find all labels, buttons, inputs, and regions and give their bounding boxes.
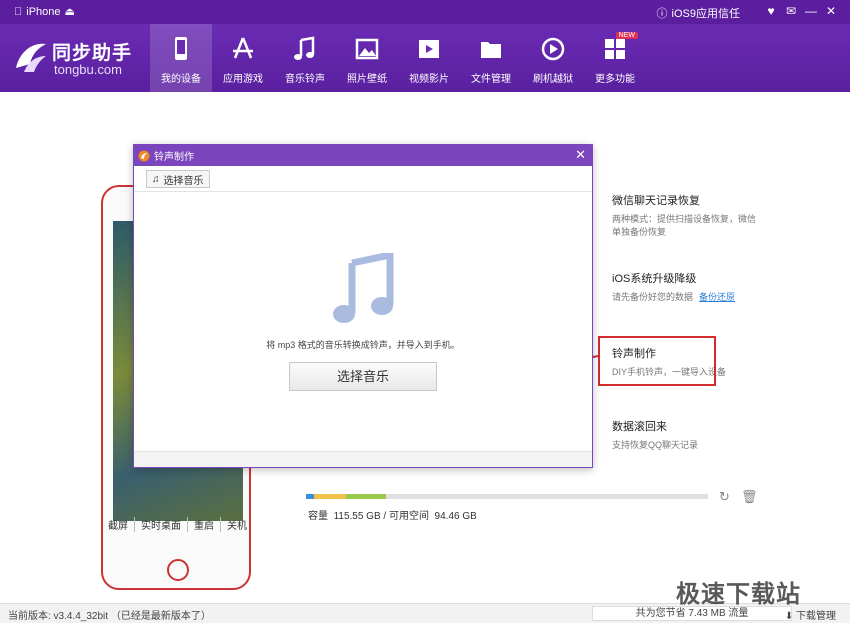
apple-icon:  [14,6,22,18]
flash-icon [541,37,565,61]
trash-icon[interactable]: 🗑 [741,490,758,504]
select-music-small-button[interactable]: ♫ 选择音乐 [146,170,210,188]
home-button-icon [167,559,189,581]
eject-icon: ⏏ [56,6,75,18]
feature-title: iOS系统升级降级 [612,273,697,285]
capacity-bar [306,494,708,499]
brand-domain: tongbu.com [54,62,122,77]
version-text: 当前版本: v3.4.4_32bit （已经是最新版本了） [8,611,211,622]
logo: 同步助手 tongbu.com [12,36,142,82]
nav-label: 应用游戏 [223,74,263,85]
header: 同步助手 tongbu.com 我的设备 应用游戏 音乐铃声 照片壁纸 视频影片… [0,24,850,92]
feature-title: 微信聊天记录恢复 [612,195,700,207]
ringtone-dialog: 铃声制作 ✕ ♫ 选择音乐 将 mp3 格式的音乐转换成铃声，并导入到手机。 选… [133,144,593,468]
nav-more-features[interactable]: NEW 更多功能 [584,24,646,92]
capacity-seg-system [306,494,314,499]
feature-desc: 支持恢复QQ聊天记录 [612,440,699,450]
dialog-footer [134,451,592,467]
nav-file-manager[interactable]: 文件管理 [460,24,522,92]
dialog-titlebar: 铃声制作 ✕ [134,145,592,166]
message-icon[interactable]: ✉ [782,2,800,20]
free-space-label: 可用空间 [388,511,429,522]
nav-apps-games[interactable]: 应用游戏 [212,24,274,92]
capacity-label: 容量 [308,511,328,522]
nav-music-ringtones[interactable]: 音乐铃声 [274,24,336,92]
info-icon: ⓘ [656,8,668,20]
feature-ios-upgrade[interactable]: iOS系统升级降级 请先备份好您的数据 备份还原 [612,270,762,304]
photo-icon [355,38,379,60]
dialog-close-icon[interactable]: ✕ [575,147,586,163]
download-icon: ⬇ [784,611,794,622]
music-note-large-icon [333,253,394,323]
dialog-title: 铃声制作 [154,152,194,163]
ios9-trust-label: iOS9应用信任 [671,8,740,20]
feature-desc: 请先备份好您的数据 备份还原 [612,291,762,304]
device-name: iPhone [18,5,60,18]
select-music-button[interactable]: 选择音乐 [289,362,437,391]
feature-data-rollback[interactable]: 数据滚回来 支持恢复QQ聊天记录 [612,418,762,452]
feature-wechat-recovery[interactable]: 微信聊天记录恢复 两种模式：提供扫描设备恢复，微信单独备份恢复 [612,192,762,239]
brand-name: 同步助手 [52,43,133,64]
new-badge: NEW [615,32,638,39]
capacity-total: 115.55 GB [333,511,381,522]
phone-icon [175,37,187,60]
minimize-icon[interactable]: — [802,2,820,20]
select-music-small-label: 选择音乐 [163,175,204,187]
feature-desc-text: 请先备份好您的数据 [612,292,694,302]
nav-label: 刷机越狱 [533,74,573,85]
capacity-separator: / [383,511,387,522]
feature-title: 数据滚回来 [612,421,667,433]
nav-label: 视频影片 [409,74,449,85]
title-bar:  iPhone ⏏ ⓘ iOS9应用信任 ♥ ✉ — ✕ [0,0,850,24]
app-logo-icon [138,150,150,161]
logo-mark-icon [16,43,46,72]
shirt-skin-icon[interactable]: ♥ [762,2,780,20]
nav-label: 照片壁纸 [347,74,387,85]
capacity-seg-apps [314,494,346,499]
capacity-seg-media [346,494,386,499]
restart-button[interactable]: 重启 [188,517,221,532]
download-manager-button[interactable]: ⬇ 下载管理 [785,607,836,622]
nav-my-device[interactable]: 我的设备 [150,24,212,92]
live-desktop-button[interactable]: 实时桌面 [135,517,188,532]
watermark: 极速下载站 [676,581,801,608]
main-content: 截屏 实时桌面 重启 关机 容量 115.55 GB / 可用空间 94.46 … [0,92,850,603]
nav-photos-wallpapers[interactable]: 照片壁纸 [336,24,398,92]
device-selector[interactable]:  iPhone ⏏ [14,5,75,19]
device-actions: 截屏 实时桌面 重启 关机 [102,517,253,532]
nav-label: 我的设备 [161,74,201,85]
folder-icon [481,42,501,58]
backup-restore-link[interactable]: 备份还原 [699,292,735,302]
nav-label: 更多功能 [595,74,635,85]
nav-label: 音乐铃声 [285,74,325,85]
nav-label: 文件管理 [471,74,511,85]
nav-flash-jailbreak[interactable]: 刷机越狱 [522,24,584,92]
music-note-icon [294,36,315,60]
app-store-icon [233,37,253,59]
screenshot-button[interactable]: 截屏 [102,517,135,532]
ios9-trust-link[interactable]: ⓘ iOS9应用信任 [657,5,740,21]
main-nav: 我的设备 应用游戏 音乐铃声 照片壁纸 视频影片 文件管理 刷机越狱 NEW 更… [150,24,646,92]
dialog-toolbar: ♫ 选择音乐 [134,170,592,192]
close-icon[interactable]: ✕ [822,2,840,20]
nav-videos[interactable]: 视频影片 [398,24,460,92]
dialog-hint: 将 mp3 格式的音乐转换成铃声，并导入到手机。 [266,340,460,350]
grid-icon [605,39,625,59]
film-icon [419,40,439,58]
feature-desc: 两种模式：提供扫描设备恢复，微信单独备份恢复 [612,214,757,237]
free-space-value: 94.46 GB [434,511,477,522]
capacity-text: 容量 115.55 GB / 可用空间 94.46 GB [308,507,477,522]
music-note-small-icon: ♫ [152,173,160,185]
shutdown-button[interactable]: 关机 [221,517,253,532]
highlight-box [598,336,716,386]
download-manager-label: 下载管理 [796,611,836,622]
refresh-icon[interactable]: ↻ [719,490,733,504]
